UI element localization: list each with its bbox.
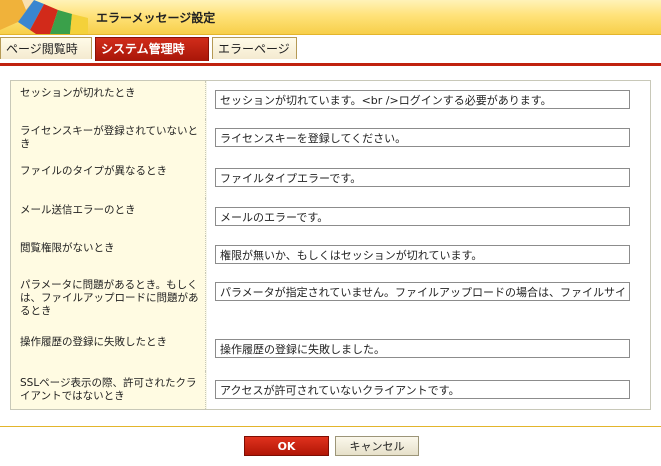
file-type-message-input[interactable] xyxy=(215,168,630,187)
form-row: メール送信エラーのとき xyxy=(11,198,650,237)
form-row: ファイルのタイプが異なるとき xyxy=(11,159,650,199)
row-label: セッションが切れたとき xyxy=(11,81,206,119)
row-label: ライセンスキーが登録されていないとき xyxy=(11,119,206,159)
form-row: 操作履歴の登録に失敗したとき xyxy=(11,330,650,372)
tab-bar: ページ閲覧時 システム管理時 エラーページ xyxy=(0,37,661,62)
mail-error-message-input[interactable] xyxy=(215,207,630,226)
license-key-message-input[interactable] xyxy=(215,128,630,147)
app-logo-icon xyxy=(0,0,88,34)
parameter-error-message-input[interactable] xyxy=(215,282,630,301)
no-permission-message-input[interactable] xyxy=(215,245,630,264)
row-label: 操作履歴の登録に失敗したとき xyxy=(11,330,206,371)
form-row: パラメータに問題があるとき。もしくは、ファイルアップロードに問題があるとき xyxy=(11,273,650,331)
tab-system-admin[interactable]: システム管理時 xyxy=(95,37,209,61)
history-save-error-message-input[interactable] xyxy=(215,339,630,358)
ok-button[interactable]: OK xyxy=(244,436,329,456)
footer-divider xyxy=(0,426,661,427)
tab-error-page[interactable]: エラーページ xyxy=(212,37,297,59)
row-label: メール送信エラーのとき xyxy=(11,198,206,236)
form-row: 閲覧権限がないとき xyxy=(11,236,650,274)
title-bar: エラーメッセージ設定 xyxy=(0,0,661,35)
form-row: ライセンスキーが登録されていないとき xyxy=(11,119,650,160)
row-label: 閲覧権限がないとき xyxy=(11,236,206,273)
tab-underline xyxy=(0,63,661,66)
row-label: SSLページ表示の際、許可されたクライアントではないとき xyxy=(11,371,206,409)
form-row: SSLページ表示の際、許可されたクライアントではないとき xyxy=(11,371,650,409)
row-label: パラメータに問題があるとき。もしくは、ファイルアップロードに問題があるとき xyxy=(11,273,206,330)
session-expired-message-input[interactable] xyxy=(215,90,630,109)
ssl-client-message-input[interactable] xyxy=(215,380,630,399)
page-title: エラーメッセージ設定 xyxy=(96,11,216,25)
tab-page-view[interactable]: ページ閲覧時 xyxy=(0,37,92,59)
row-label: ファイルのタイプが異なるとき xyxy=(11,159,206,198)
form-row: セッションが切れたとき xyxy=(11,81,650,120)
cancel-button[interactable]: キャンセル xyxy=(335,436,419,456)
error-message-form: セッションが切れたとき ライセンスキーが登録されていないとき ファイルのタイプが… xyxy=(10,80,651,410)
